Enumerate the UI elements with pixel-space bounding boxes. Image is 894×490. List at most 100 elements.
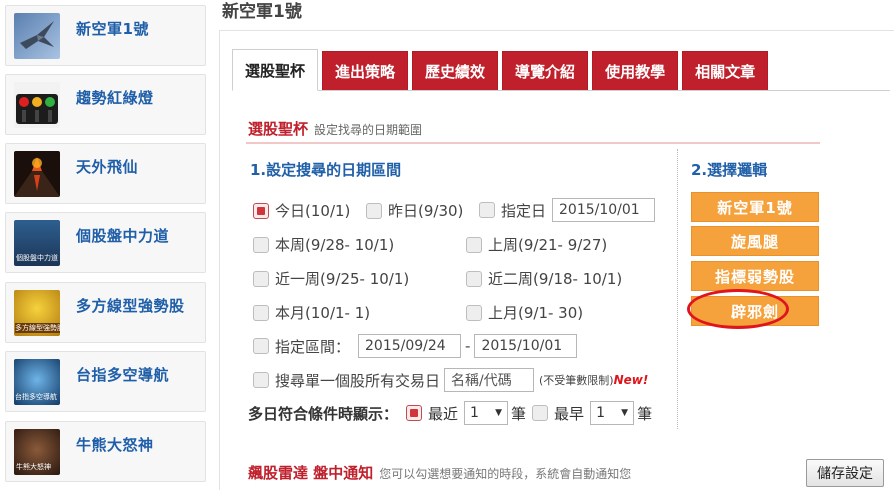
earliest-checkbox[interactable] xyxy=(532,405,549,421)
traffic-light-icon xyxy=(14,82,60,128)
option-label: 近二周(9/18- 10/1) xyxy=(488,270,623,288)
save-settings-button[interactable]: 儲存設定 xyxy=(806,459,884,487)
option-label: 昨日(9/30) xyxy=(388,202,464,220)
custom-range-checkbox[interactable] xyxy=(253,338,269,354)
sidebar-item-label: 趨勢紅綠燈 xyxy=(76,89,154,107)
recent-two-weeks-checkbox[interactable] xyxy=(466,270,482,287)
option-single-stock[interactable]: 搜尋單一個股所有交易日 名稱/代碼 (不受筆數限制) New! xyxy=(253,368,648,392)
range-to-input[interactable]: 2015/10/01 xyxy=(474,334,578,358)
range-from-input[interactable]: 2015/09/24 xyxy=(358,334,462,358)
roulette-icon: 牛熊大怒神 xyxy=(14,429,60,475)
sidebar-item-bull-line[interactable]: 多方線型強勢股 多方線型強勢股 xyxy=(5,282,206,343)
latest-select[interactable]: 1 ▼ xyxy=(464,401,509,425)
option-label: 上周(9/21- 9/27) xyxy=(488,236,608,254)
logic-button-new-air-force[interactable]: 新空軍1號 xyxy=(691,192,819,222)
option-recent-week[interactable]: 近一周(9/25- 10/1) xyxy=(253,268,409,289)
specific-day-input[interactable]: 2015/10/01 xyxy=(552,198,656,222)
logic-button-weak-indicator[interactable]: 指標弱勢股 xyxy=(691,261,819,291)
latest-select-value: 1 xyxy=(470,405,479,421)
this-month-checkbox[interactable] xyxy=(253,304,269,321)
this-week-checkbox[interactable] xyxy=(253,236,269,253)
volcano-icon xyxy=(14,151,60,197)
sidebar-item-sky-immortal[interactable]: 天外飛仙 xyxy=(5,143,206,204)
logic-title: 2.選擇邏輯 xyxy=(691,161,768,179)
option-today[interactable]: 今日(10/1) xyxy=(253,200,350,221)
recent-week-checkbox[interactable] xyxy=(253,270,269,287)
thumb-caption: 台指多空導航 xyxy=(15,393,57,401)
main-panel: 選股聖杯 進出策略 歷史績效 導覽介紹 使用教學 相關文章 選股聖杯 設定找尋的… xyxy=(219,30,894,490)
section-header: 選股聖杯 設定找尋的日期範圍 xyxy=(248,118,422,139)
bull-line-icon: 多方線型強勢股 xyxy=(14,290,60,336)
option-label: 指定區間： xyxy=(275,337,351,356)
section-subtitle: 設定找尋的日期範圍 xyxy=(314,123,423,137)
tab-articles[interactable]: 相關文章 xyxy=(682,51,769,91)
logic-button-evil-warding-sword[interactable]: 辟邪劍 xyxy=(691,296,819,326)
jet-icon xyxy=(14,13,60,59)
unit-label: 筆 xyxy=(637,404,653,423)
range-dash: - xyxy=(465,337,471,355)
last-month-checkbox[interactable] xyxy=(466,304,482,321)
thumb-caption: 牛熊大怒神 xyxy=(16,463,51,471)
option-yesterday[interactable]: 昨日(9/30) xyxy=(366,200,463,221)
sidebar-item-stock-power[interactable]: 個股盤中力道 個股盤中力道 xyxy=(5,212,206,273)
option-label: 搜尋單一個股所有交易日 xyxy=(275,371,441,390)
sidebar-item-index-navigation[interactable]: 台指多空導航 台指多空導航 xyxy=(5,351,206,412)
option-this-month[interactable]: 本月(10/1- 1) xyxy=(253,302,370,323)
option-label: 近一周(9/25- 10/1) xyxy=(275,270,410,288)
column-divider xyxy=(677,149,678,429)
sidebar-item-label: 天外飛仙 xyxy=(76,158,139,176)
specific-day-checkbox[interactable] xyxy=(479,202,495,218)
today-checkbox[interactable] xyxy=(253,202,269,219)
sidebar-item-new-air-force-1[interactable]: 新空軍1號 xyxy=(5,5,206,66)
logic-button-whirlwind-kick[interactable]: 旋風腿 xyxy=(691,226,819,256)
option-label: 今日(10/1) xyxy=(275,202,351,220)
option-label: 上月(9/1- 30) xyxy=(488,304,584,322)
latest-label: 最近 xyxy=(428,404,459,423)
notify-header: 飆股雷達 盤中通知 您可以勾選想要通知的時段，系統會自動通知您 xyxy=(248,462,631,483)
tab-history[interactable]: 歷史績效 xyxy=(412,51,499,91)
unit-label: 筆 xyxy=(511,404,527,423)
latest-checkbox[interactable] xyxy=(406,405,423,421)
single-stock-checkbox[interactable] xyxy=(253,372,269,388)
tab-strategy[interactable]: 進出策略 xyxy=(322,51,409,91)
option-label: 本周(9/28- 10/1) xyxy=(275,236,395,254)
sidebar-item-trend-light[interactable]: 趨勢紅綠燈 xyxy=(5,74,206,135)
new-badge: New! xyxy=(613,373,649,387)
chevron-down-icon: ▼ xyxy=(495,408,503,418)
multi-day-row: 多日符合條件時顯示： 最近 1 ▼ 筆 最早 1 ▼ 筆 xyxy=(248,401,652,425)
tab-bar: 選股聖杯 進出策略 歷史績效 導覽介紹 使用教學 相關文章 xyxy=(232,49,772,91)
sidebar-item-label: 牛熊大怒神 xyxy=(76,436,154,454)
section-divider xyxy=(246,142,820,144)
option-specific-day[interactable]: 指定日 2015/10/01 xyxy=(479,198,656,222)
tab-stock-grail[interactable]: 選股聖杯 xyxy=(232,49,319,91)
earliest-select[interactable]: 1 ▼ xyxy=(590,401,635,425)
option-last-month[interactable]: 上月(9/1- 30) xyxy=(466,302,583,323)
earliest-select-value: 1 xyxy=(596,405,605,421)
chevron-down-icon: ▼ xyxy=(621,408,629,418)
tab-divider xyxy=(232,90,890,91)
section-title: 選股聖杯 xyxy=(248,120,309,138)
option-recent-two-weeks[interactable]: 近二周(9/18- 10/1) xyxy=(466,268,622,289)
yesterday-checkbox[interactable] xyxy=(366,202,382,219)
tab-tutorial[interactable]: 使用教學 xyxy=(592,51,679,91)
option-this-week[interactable]: 本周(9/28- 10/1) xyxy=(253,234,394,255)
option-label: 指定日 xyxy=(501,201,547,220)
thumb-caption: 多方線型強勢股 xyxy=(15,323,60,333)
no-limit-note: (不受筆數限制) xyxy=(539,374,614,387)
page-title: 新空軍1號 xyxy=(222,2,302,22)
sidebar: 新空軍1號 趨勢紅綠燈 天外飛仙 個股盤中力道 個股盤中力道 多方線型強勢股 多… xyxy=(0,0,212,490)
notify-title: 飆股雷達 盤中通知 xyxy=(248,464,374,482)
multi-day-label: 多日符合條件時顯示： xyxy=(248,404,399,423)
sidebar-item-bull-bear[interactable]: 牛熊大怒神 牛熊大怒神 xyxy=(5,421,206,482)
notify-subtitle: 您可以勾選想要通知的時段，系統會自動通知您 xyxy=(379,467,632,481)
sidebar-item-label: 新空軍1號 xyxy=(76,20,149,38)
stock-search-input[interactable]: 名稱/代碼 xyxy=(444,368,535,392)
navigation-icon: 台指多空導航 xyxy=(14,359,60,405)
option-label: 本月(10/1- 1) xyxy=(275,304,371,322)
earliest-label: 最早 xyxy=(554,404,585,423)
tab-guide[interactable]: 導覽介紹 xyxy=(502,51,589,91)
last-week-checkbox[interactable] xyxy=(466,236,482,253)
option-last-week[interactable]: 上周(9/21- 9/27) xyxy=(466,234,607,255)
option-custom-range[interactable]: 指定區間： 2015/09/24 - 2015/10/01 xyxy=(253,334,578,358)
thumb-caption: 個股盤中力道 xyxy=(16,254,58,262)
